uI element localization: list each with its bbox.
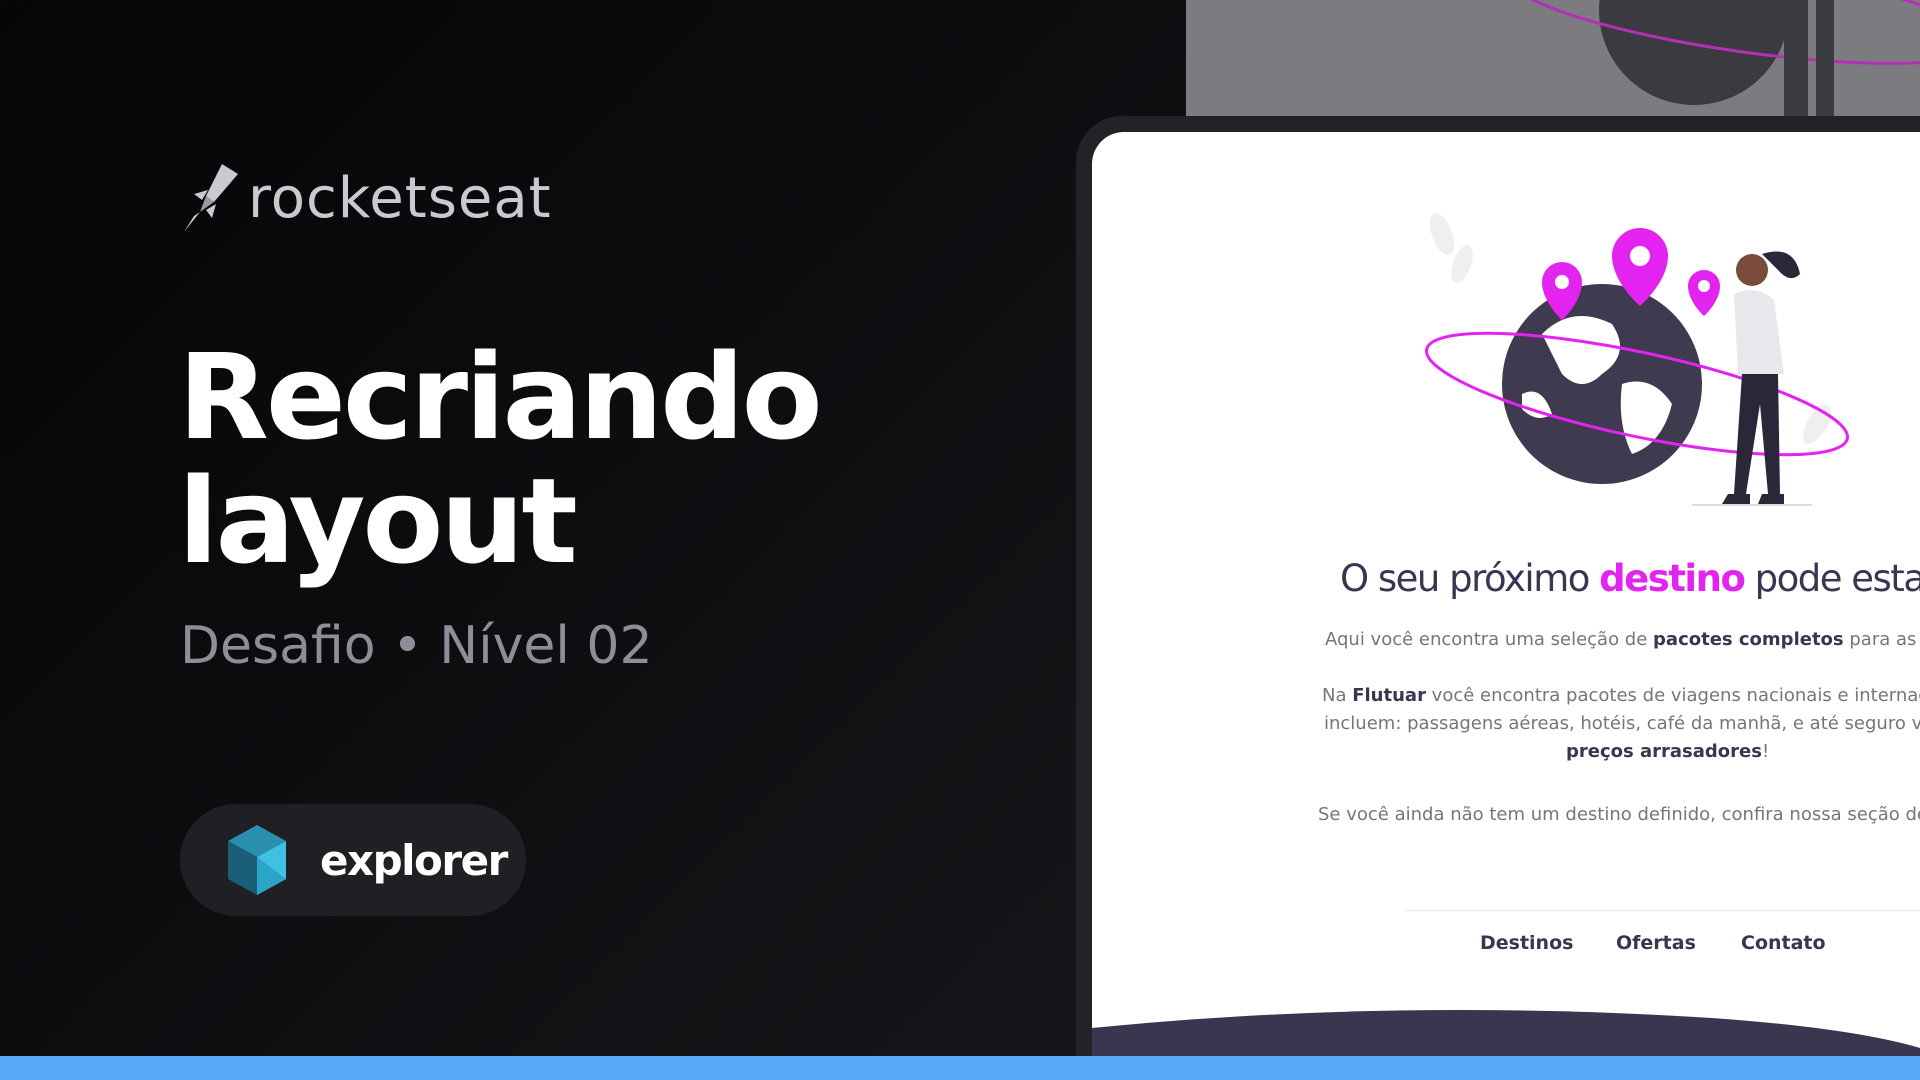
intro-paragraph: Aqui você encontra uma seleção de pacote… xyxy=(1325,629,1920,650)
explorer-badge: explorer xyxy=(180,804,526,916)
description-line-3: preços arrasadores! xyxy=(1566,741,1770,762)
hero-title-accent: destino xyxy=(1599,557,1746,600)
hero-title: O seu próximo destino pode estar aqu xyxy=(1340,557,1920,600)
description-line-2: incluem: passagens aéreas, hotéis, café … xyxy=(1324,713,1920,734)
nav-divider xyxy=(1404,910,1920,911)
subtitle: Desafio • Nível 02 xyxy=(180,616,653,676)
headline-line-1: Recriando xyxy=(178,328,823,466)
nav-link-contato[interactable]: Contato xyxy=(1741,932,1826,954)
bottom-accent-bar xyxy=(0,1056,1920,1080)
explorer-label: explorer xyxy=(320,835,508,885)
rocket-icon xyxy=(184,164,238,232)
background-screenshot xyxy=(1186,0,1920,122)
destination-hint: Se você ainda não tem um destino definid… xyxy=(1318,804,1920,825)
brand-name: rocketseat xyxy=(248,165,552,231)
brand-logo: rocketseat xyxy=(178,160,552,236)
nav-link-ofertas[interactable]: Ofertas xyxy=(1616,932,1696,954)
globe-illustration-faded xyxy=(1506,0,1920,118)
explorer-cube-icon xyxy=(228,825,286,895)
website-mockup: O seu próximo destino pode estar aqu Aqu… xyxy=(1092,132,1920,1080)
headline: Recriando layout xyxy=(178,328,823,590)
travel-illustration xyxy=(1425,213,1849,506)
description-line-1: Na Flutuar você encontra pacotes de viag… xyxy=(1322,685,1920,706)
nav-link-destinos[interactable]: Destinos xyxy=(1480,932,1573,954)
headline-line-2: layout xyxy=(178,452,578,590)
